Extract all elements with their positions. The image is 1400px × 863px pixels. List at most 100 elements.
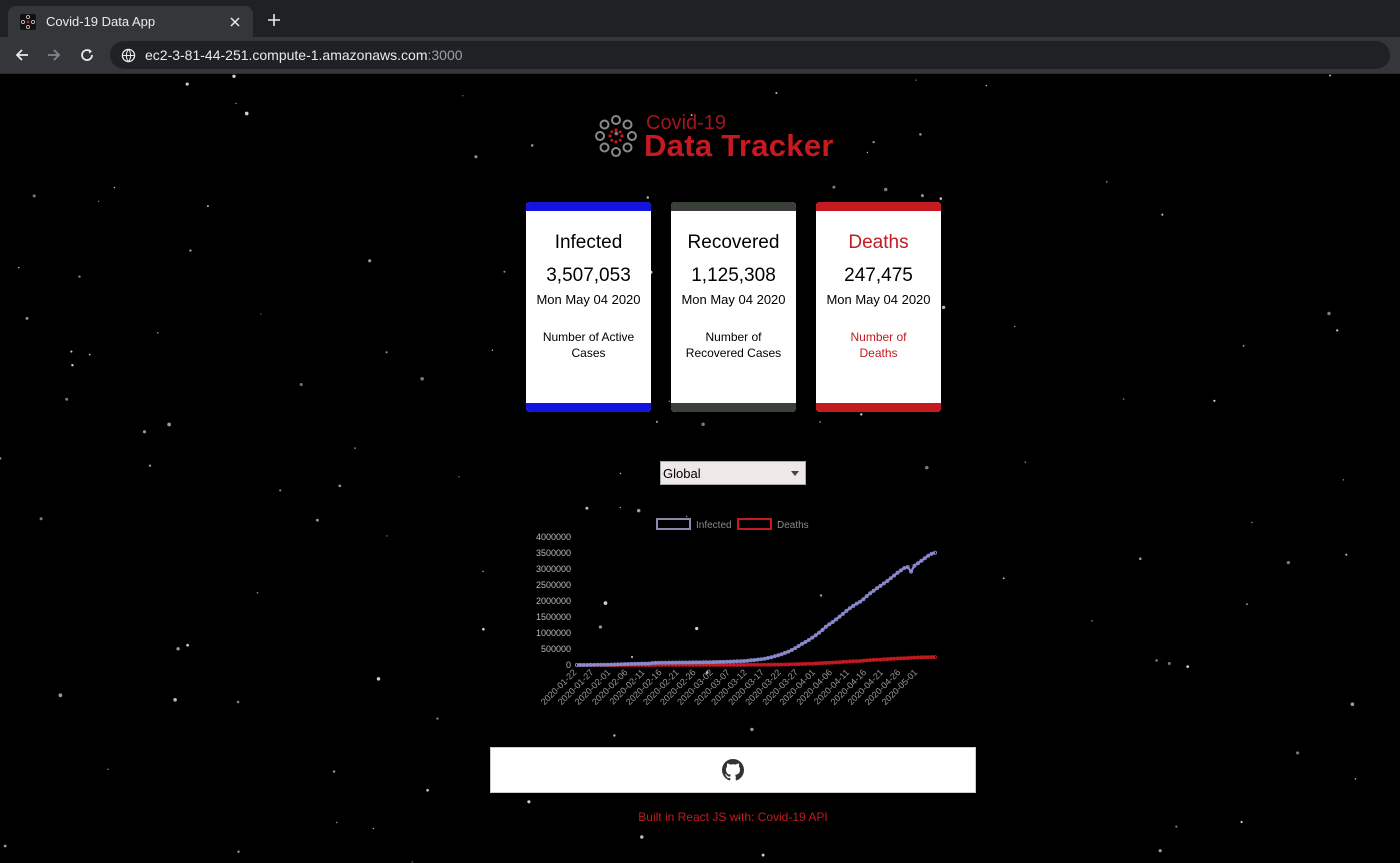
star	[915, 79, 917, 81]
star	[613, 734, 616, 737]
star	[939, 197, 943, 200]
star	[1213, 399, 1216, 402]
tab-title: Covid-19 Data App	[46, 14, 156, 29]
star	[1139, 557, 1142, 560]
y-tick-label: 3500000	[536, 548, 571, 558]
page-content: Covid-19 Data Tracker Infected 3,507,053…	[0, 74, 1400, 863]
card-date: Mon May 04 2020	[536, 292, 641, 307]
star	[860, 413, 863, 416]
browser-toolbar: ec2-3-81-44-251.compute-1.amazonaws.com:…	[0, 37, 1400, 74]
star	[619, 472, 622, 475]
star	[113, 186, 116, 189]
arrow-right-icon	[48, 49, 61, 61]
legend-swatch-deaths	[737, 518, 772, 530]
y-tick-label: 3000000	[536, 564, 571, 574]
star	[65, 397, 69, 401]
star	[1327, 311, 1331, 316]
recovered-card: Recovered 1,125,308 Mon May 04 2020 Numb…	[671, 202, 796, 412]
star	[148, 464, 152, 467]
star	[107, 768, 109, 770]
browser-tab[interactable]: Covid-19 Data App	[8, 6, 253, 37]
card-value: 3,507,053	[546, 265, 631, 286]
star	[1155, 659, 1158, 662]
star	[585, 506, 589, 510]
star	[338, 484, 342, 488]
star	[1354, 778, 1357, 780]
github-link-bar[interactable]	[490, 747, 976, 793]
star	[491, 349, 494, 351]
star	[97, 200, 100, 203]
legend-swatch-infected	[656, 518, 691, 530]
reload-icon	[81, 49, 93, 61]
star	[941, 305, 946, 310]
star	[176, 647, 180, 651]
country-select[interactable]: Global	[660, 461, 806, 485]
address-bar[interactable]: ec2-3-81-44-251.compute-1.amazonaws.com:…	[110, 41, 1390, 69]
star	[1345, 553, 1348, 556]
star	[1251, 521, 1253, 524]
legend-label-infected: Infected	[696, 520, 732, 531]
star	[883, 187, 888, 192]
star	[206, 205, 209, 208]
country-select-value: Global	[663, 466, 701, 481]
deaths-card: Deaths 247,475 Mon May 04 2020 Number of…	[816, 202, 941, 412]
series-line-infected	[577, 551, 936, 667]
y-tick-label: 2000000	[536, 596, 571, 606]
virus-icon	[595, 115, 637, 157]
star	[426, 788, 429, 792]
star	[1175, 825, 1178, 828]
star	[1186, 665, 1190, 668]
star	[185, 82, 189, 86]
forward-button[interactable]	[41, 42, 67, 68]
star	[157, 332, 159, 334]
url-port: :3000	[427, 47, 463, 63]
star	[1242, 344, 1245, 347]
star	[18, 266, 20, 269]
star	[260, 313, 262, 315]
plus-icon	[268, 14, 280, 26]
star	[235, 102, 237, 105]
back-button[interactable]	[9, 42, 35, 68]
star	[237, 850, 240, 853]
reload-button[interactable]	[74, 42, 100, 68]
footer-credit: Built in React JS with: Covid-19 API	[638, 810, 828, 824]
card-accent-bottom	[671, 403, 796, 412]
card-accent-bottom	[526, 403, 651, 412]
star	[354, 447, 356, 449]
star	[244, 111, 249, 116]
star	[236, 700, 240, 704]
card-value: 1,125,308	[691, 265, 776, 286]
star	[985, 84, 988, 87]
github-icon[interactable]	[722, 759, 744, 781]
star	[3, 844, 7, 848]
virus-icon	[20, 13, 36, 30]
star	[819, 421, 821, 423]
star	[142, 430, 147, 434]
star	[474, 155, 478, 159]
star	[232, 74, 236, 78]
star	[1328, 74, 1332, 77]
star	[376, 677, 381, 681]
card-accent-bottom	[816, 403, 941, 412]
star	[58, 693, 63, 698]
star	[1024, 461, 1027, 464]
star	[920, 194, 924, 198]
star	[78, 275, 81, 278]
arrow-left-icon	[15, 49, 28, 61]
star	[372, 827, 375, 830]
star	[832, 185, 836, 189]
star	[256, 591, 259, 594]
star	[299, 383, 303, 386]
covid-line-chart: Infected Deaths 4000000 3500000 3000000 25000…	[536, 518, 937, 707]
site-info-icon[interactable]	[120, 47, 136, 63]
y-tick-label: 4000000	[536, 532, 571, 542]
close-icon[interactable]	[225, 12, 245, 32]
card-title: Deaths	[848, 232, 909, 253]
y-tick-label: 500000	[541, 644, 571, 654]
card-accent-top	[816, 202, 941, 211]
y-tick-label: 1000000	[536, 628, 571, 638]
star	[186, 643, 189, 647]
new-tab-button[interactable]	[262, 8, 286, 32]
star	[71, 363, 74, 367]
star	[173, 698, 177, 702]
